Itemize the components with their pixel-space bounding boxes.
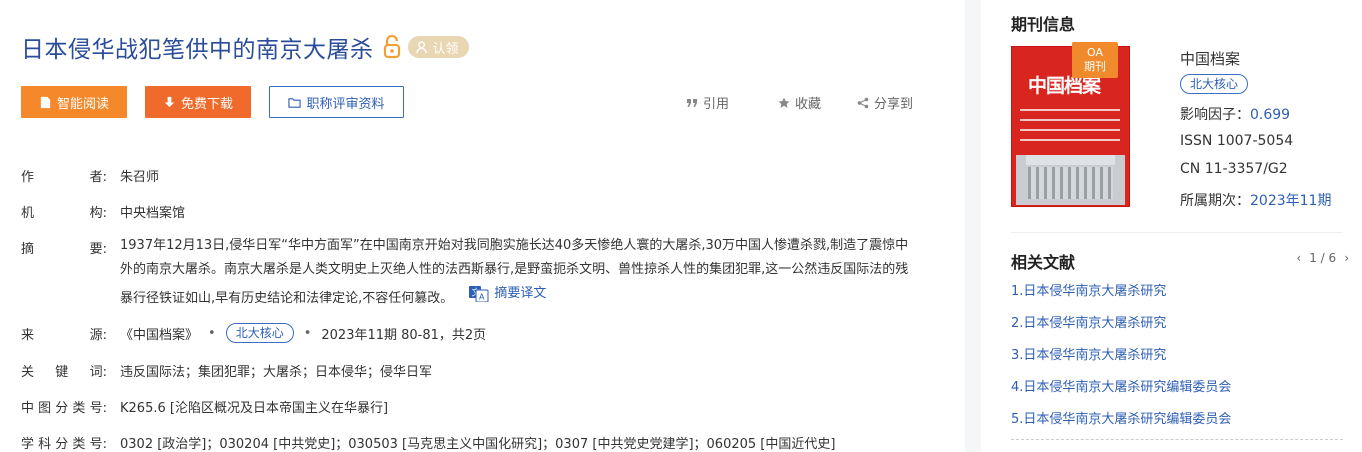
- subject-value[interactable]: 0302 [政治学]；030204 [中共党史]；030503 [马克思主义中国…: [120, 433, 835, 452]
- abstract-label: 摘要:: [21, 242, 107, 257]
- free-download-button[interactable]: 免费下载: [145, 86, 251, 118]
- svg-text:A: A: [479, 293, 485, 302]
- related-item[interactable]: 2.日本侵华南京大屠杀研究: [1011, 314, 1231, 346]
- related-item[interactable]: 5.日本侵华南京大屠杀研究编辑委员会: [1011, 410, 1231, 442]
- abstract-translate-label: 摘要译文: [494, 286, 547, 301]
- journal-core-tag: 北大核心: [1180, 74, 1249, 94]
- cite-label: 引用: [703, 97, 730, 112]
- separator-dot: •: [208, 325, 216, 341]
- chevron-right-icon[interactable]: ›: [1344, 251, 1349, 265]
- document-icon: [40, 96, 51, 108]
- clc-label: 中图分类号:: [21, 401, 107, 416]
- star-icon: [778, 97, 790, 108]
- folder-icon: [288, 97, 302, 108]
- issue-row: 所属期次：2023年11期: [1180, 190, 1331, 210]
- issn-value: ISSN 1007-5054: [1180, 133, 1294, 149]
- favorite-button[interactable]: 收藏: [778, 93, 821, 112]
- related-bottom-separator: [1011, 439, 1343, 440]
- article-title: 日本侵华战犯笔供中的南京大屠杀: [21, 37, 374, 63]
- smart-read-label: 智能阅读: [56, 96, 109, 112]
- source-label: 来源:: [21, 327, 107, 343]
- download-arrow-icon: [164, 96, 175, 107]
- quote-icon: [687, 98, 697, 107]
- column-divider: [965, 0, 981, 452]
- related-pager: ‹ 1 / 6 ›: [1296, 251, 1349, 265]
- impact-label: 影响因子：: [1180, 107, 1250, 123]
- keywords-value[interactable]: 违反国际法；集团犯罪；大屠杀；日本侵华；侵华日军: [120, 361, 432, 380]
- oa-badge-bottom: 期刊: [1084, 60, 1106, 73]
- journal-name[interactable]: 中国档案: [1180, 48, 1240, 69]
- clc-row: 中图分类号: K265.6 [沦陷区概况及日本帝国主义在华暴行]: [21, 397, 388, 416]
- source-issue: 2023年11期 80-81，共2页: [321, 327, 487, 343]
- keywords-row: 关键词: 违反国际法；集团犯罪；大屠杀；日本侵华；侵华日军: [21, 361, 432, 380]
- source-journal-link[interactable]: 《中国档案》: [120, 324, 198, 343]
- free-download-label: 免费下载: [180, 96, 233, 112]
- subject-label: 学科分类号:: [21, 437, 107, 452]
- cite-button[interactable]: 引用: [686, 93, 729, 112]
- subject-row: 学科分类号: 0302 [政治学]；030204 [中共党史]；030503 […: [21, 433, 835, 452]
- sidebar-separator: [1011, 232, 1343, 233]
- abstract-translate-link[interactable]: 文A 摘要译文: [469, 282, 546, 306]
- share-button[interactable]: 分享到: [857, 93, 913, 112]
- related-item[interactable]: 1.日本侵华南京大屠杀研究: [1011, 282, 1231, 314]
- article-main: 日本侵华战犯笔供中的南京大屠杀 认领 智能阅读 免费下载 职称评审资料 引用 收…: [0, 0, 965, 452]
- chevron-left-icon[interactable]: ‹: [1296, 251, 1301, 265]
- separator-dot: •: [303, 325, 312, 341]
- oa-badge-top: OA: [1087, 46, 1103, 59]
- sidebar: 期刊信息 中国档案 中国档案 北大核心 影响因子：0.699 ISSN 1007…: [981, 0, 1362, 452]
- pager-text: 1 / 6: [1309, 251, 1337, 265]
- action-buttons: 智能阅读 免费下载 职称评审资料: [21, 86, 404, 118]
- author-label: 作者:: [21, 170, 107, 185]
- impact-value: 0.699: [1250, 107, 1291, 123]
- oa-badge: OA 期刊: [1072, 42, 1118, 78]
- journal-core-wrap: 北大核心: [1180, 74, 1249, 94]
- journal-heading: 期刊信息: [1011, 15, 1076, 34]
- issue-label: 所属期次：: [1180, 193, 1250, 209]
- share-label: 分享到: [874, 97, 914, 112]
- abstract-text: 1937年12月13日,侵华日军“华中方面军”在中国南京开始对我同胞实施长达40…: [120, 234, 910, 311]
- source-core-tag: 北大核心: [225, 323, 294, 343]
- smart-read-button[interactable]: 智能阅读: [21, 86, 127, 118]
- author-value[interactable]: 朱召师: [120, 166, 159, 185]
- favorite-label: 收藏: [795, 97, 822, 112]
- cn-value: CN 11-3357/G2: [1180, 161, 1288, 177]
- impact-row: 影响因子：0.699: [1180, 104, 1290, 124]
- org-value[interactable]: 中央档案馆: [120, 202, 185, 221]
- related-list: 1.日本侵华南京大屠杀研究 2.日本侵华南京大屠杀研究 3.日本侵华南京大屠杀研…: [1011, 282, 1231, 442]
- abstract-row: 摘要: 1937年12月13日,侵华日军“华中方面军”在中国南京开始对我同胞实施…: [21, 234, 910, 311]
- title-row: 日本侵华战犯笔供中的南京大屠杀 认领: [21, 30, 469, 64]
- user-claim-icon: [415, 40, 427, 53]
- translate-icon: 文A: [469, 286, 489, 302]
- author-row: 作者: 朱召师: [21, 166, 159, 185]
- issue-link[interactable]: 2023年11期: [1250, 193, 1331, 209]
- title-material-button[interactable]: 职称评审资料: [269, 86, 404, 118]
- share-icon: [857, 97, 869, 108]
- article-actions: 引用 收藏 分享到: [686, 93, 913, 112]
- source-row: 来源: 《中国档案》 • 北大核心 • 2023年11期 80-81，共2页: [21, 323, 486, 343]
- related-item[interactable]: 4.日本侵华南京大屠杀研究编辑委员会: [1011, 378, 1231, 410]
- org-row: 机构: 中央档案馆: [21, 202, 185, 221]
- claim-label: 认领: [432, 41, 459, 57]
- related-item[interactable]: 3.日本侵华南京大屠杀研究: [1011, 346, 1231, 378]
- keywords-label: 关键词:: [21, 365, 107, 380]
- open-lock-icon: [382, 34, 402, 60]
- clc-value[interactable]: K265.6 [沦陷区概况及日本帝国主义在华暴行]: [120, 397, 388, 416]
- org-label: 机构:: [21, 206, 107, 221]
- cover-lines: [1020, 109, 1120, 149]
- related-heading: 相关文献: [1011, 253, 1076, 272]
- claim-badge[interactable]: 认领: [407, 36, 469, 58]
- title-material-label: 职称评审资料: [306, 96, 385, 112]
- cover-building: [1016, 155, 1125, 205]
